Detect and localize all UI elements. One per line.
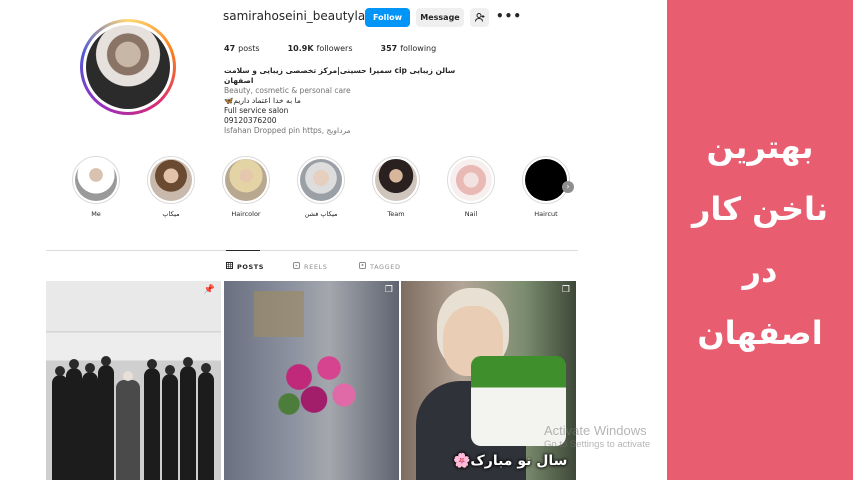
highlight-makeup[interactable]: میکاپ — [141, 156, 201, 218]
followers-stat[interactable]: 10.9K followers — [288, 44, 353, 53]
posts-stat: 47 posts — [224, 44, 260, 53]
grid-icon — [226, 262, 233, 271]
tab-label: REELS — [304, 262, 328, 271]
highlight-label: Team — [387, 210, 405, 218]
highlight-nail[interactable]: Nail — [441, 156, 501, 218]
salon-logo — [254, 291, 304, 337]
tab-label: TAGGED — [370, 262, 401, 271]
tab-tagged[interactable]: TAGGED — [359, 262, 401, 271]
windows-activation-watermark: Activate Windows Go to Settings to activ… — [544, 423, 650, 450]
profile-stats: 47 posts 10.9K followers 357 following — [224, 44, 436, 53]
profile-bio: سالن زیبایی cip سمیرا حسینی|مرکز تخصصی ز… — [224, 66, 484, 136]
carousel-icon: ❐ — [561, 285, 570, 295]
flower-arrangement — [269, 341, 369, 431]
bio-name: سالن زیبایی cip سمیرا حسینی|مرکز تخصصی ز… — [224, 66, 456, 85]
carousel-icon: ❐ — [384, 285, 393, 295]
post-thumbnail[interactable]: ❐ — [224, 281, 399, 480]
tabs-divider — [46, 250, 578, 251]
reels-icon — [293, 262, 300, 271]
more-dots-icon[interactable]: ••• — [496, 9, 522, 23]
pin-icon: 📌 — [203, 285, 215, 295]
highlight-me[interactable]: Me — [66, 156, 126, 218]
promo-line: بهترین — [706, 128, 814, 166]
post-thumbnail[interactable]: سال نو مبارک🌸 ❐ — [401, 281, 576, 480]
highlight-label: میکاپ — [162, 210, 180, 218]
tag-icon — [359, 262, 366, 271]
highlight-label: Nail — [464, 210, 478, 218]
bio-line: ما به خدا اعتماد داریم🦋 — [224, 96, 301, 105]
watermark-subtitle: Go to Settings to activate — [544, 439, 651, 450]
promo-line: در — [742, 252, 778, 290]
profile-username: samirahoseini_beautyland — [223, 9, 381, 23]
promo-panel: بهترین ناخن کار در اصفهان — [667, 0, 853, 480]
highlight-label: میکاپ فشن — [304, 210, 338, 218]
post-thumbnail[interactable]: 📌 — [46, 281, 221, 480]
highlight-haircolor[interactable]: Haircolor — [216, 156, 276, 218]
highlight-label: Me — [91, 210, 101, 218]
bio-location[interactable]: Isfahan Dropped pin https, مرداویج — [224, 126, 484, 136]
tab-posts[interactable]: POSTS — [226, 262, 264, 271]
bio-category: Beauty, cosmetic & personal care — [224, 86, 351, 95]
bio-phone: 09120376200 — [224, 116, 277, 125]
promo-line: ناخن کار — [691, 190, 829, 228]
message-button[interactable]: Message — [416, 8, 464, 27]
tab-label: POSTS — [237, 262, 265, 271]
post-caption: سال نو مبارک🌸 — [453, 453, 568, 469]
profile-avatar[interactable] — [80, 19, 176, 115]
promo-line: اصفهان — [697, 314, 823, 352]
watermark-title: Activate Windows — [544, 423, 647, 438]
following-stat[interactable]: 357 following — [381, 44, 437, 53]
avatar-photo — [86, 25, 170, 109]
active-tab-indicator — [226, 250, 260, 251]
highlight-team[interactable]: Team — [366, 156, 426, 218]
highlight-label: Haircut — [534, 210, 558, 218]
highlight-fashion-makeup[interactable]: میکاپ فشن — [291, 156, 351, 218]
follow-button[interactable]: Follow — [365, 8, 410, 27]
bio-line: Full service salon — [224, 106, 289, 115]
tab-reels[interactable]: REELS — [293, 262, 327, 271]
highlight-label: Haircolor — [231, 210, 261, 218]
chevron-right-icon[interactable]: › — [562, 181, 574, 193]
person-add-icon[interactable] — [470, 8, 489, 27]
